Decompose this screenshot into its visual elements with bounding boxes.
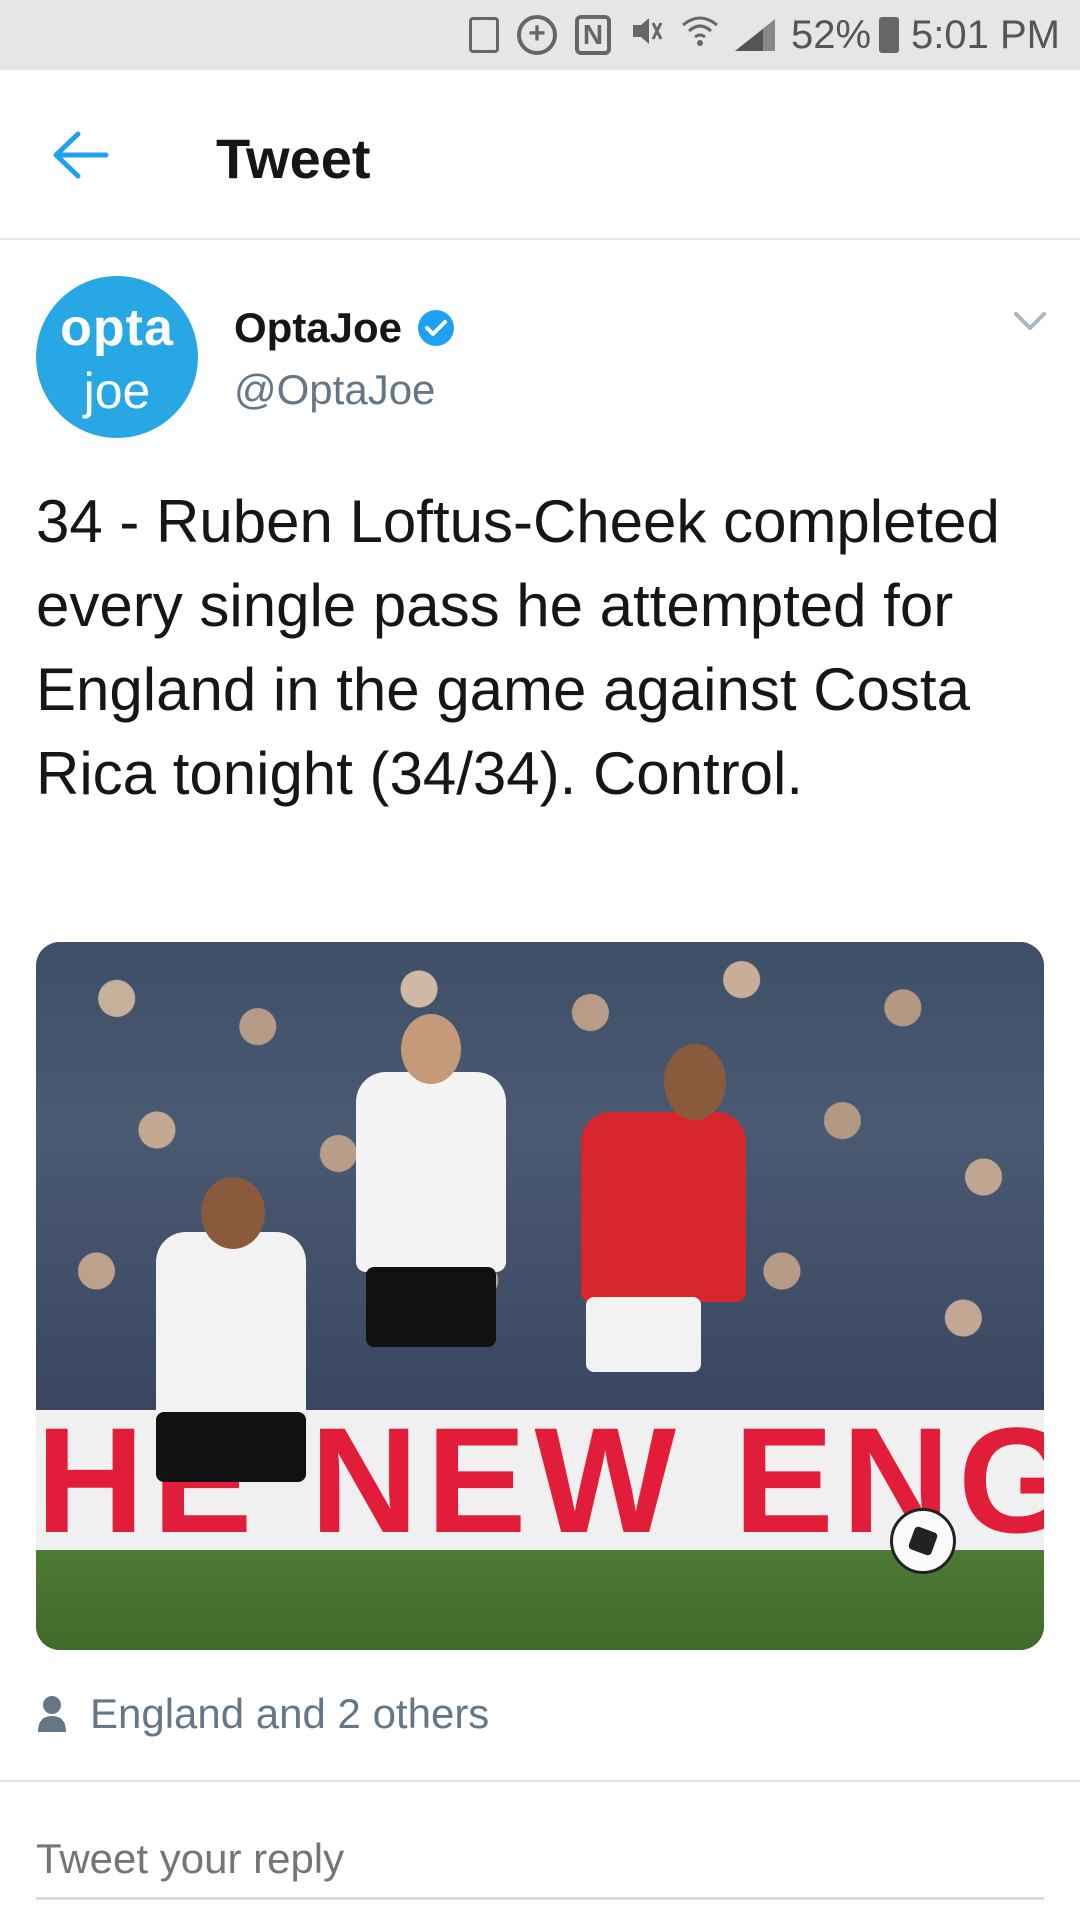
player-shorts [366,1267,496,1347]
avatar-text-top: opta [60,299,174,357]
tweet-photo[interactable]: HE NEW ENGL [36,942,1044,1650]
page-title: Tweet [216,127,371,190]
tweet-text: 34 - Ruben Loftus-Cheek completed every … [36,488,1000,807]
author-name: OptaJoe [234,304,403,351]
verified-badge-icon [418,310,455,346]
avatar-text-bottom: joe [83,363,151,419]
data-saver-icon: + [516,15,557,55]
avatar[interactable]: opta joe [36,276,198,438]
football [890,1508,956,1574]
clock: 5:01 PM [911,12,1060,57]
divider [0,1780,1080,1782]
back-button[interactable] [50,120,130,190]
storage-icon [468,17,499,53]
nfc-icon: N [574,15,611,55]
player-shorts [156,1412,306,1482]
player-head [664,1044,726,1120]
player-head [401,1014,461,1084]
person-icon [38,1696,66,1732]
reply-input[interactable] [36,1820,1044,1900]
chevron-down-icon[interactable] [1010,306,1050,336]
status-bar: + N 52% 5:01 PM [0,0,1080,70]
signal-icon [733,17,779,53]
back-arrow-icon [53,131,109,179]
player-red-kit [581,1112,746,1302]
author-handle[interactable]: @OptaJoe [234,366,435,414]
player-head [201,1177,265,1249]
battery-percent: 52% [790,12,872,57]
pitch [36,1550,1044,1650]
wifi-icon [681,13,719,58]
liked-by-text: England and 2 others [90,1690,490,1737]
player-white-kit-left [156,1232,306,1432]
mute-icon [629,13,663,58]
battery-icon [879,17,900,53]
author-name-row[interactable]: OptaJoe [234,304,456,352]
player-white-kit-center [356,1072,506,1272]
liked-by[interactable]: England and 2 others [36,1690,489,1738]
player-shorts [586,1297,701,1372]
app-header: Tweet [0,70,1080,240]
